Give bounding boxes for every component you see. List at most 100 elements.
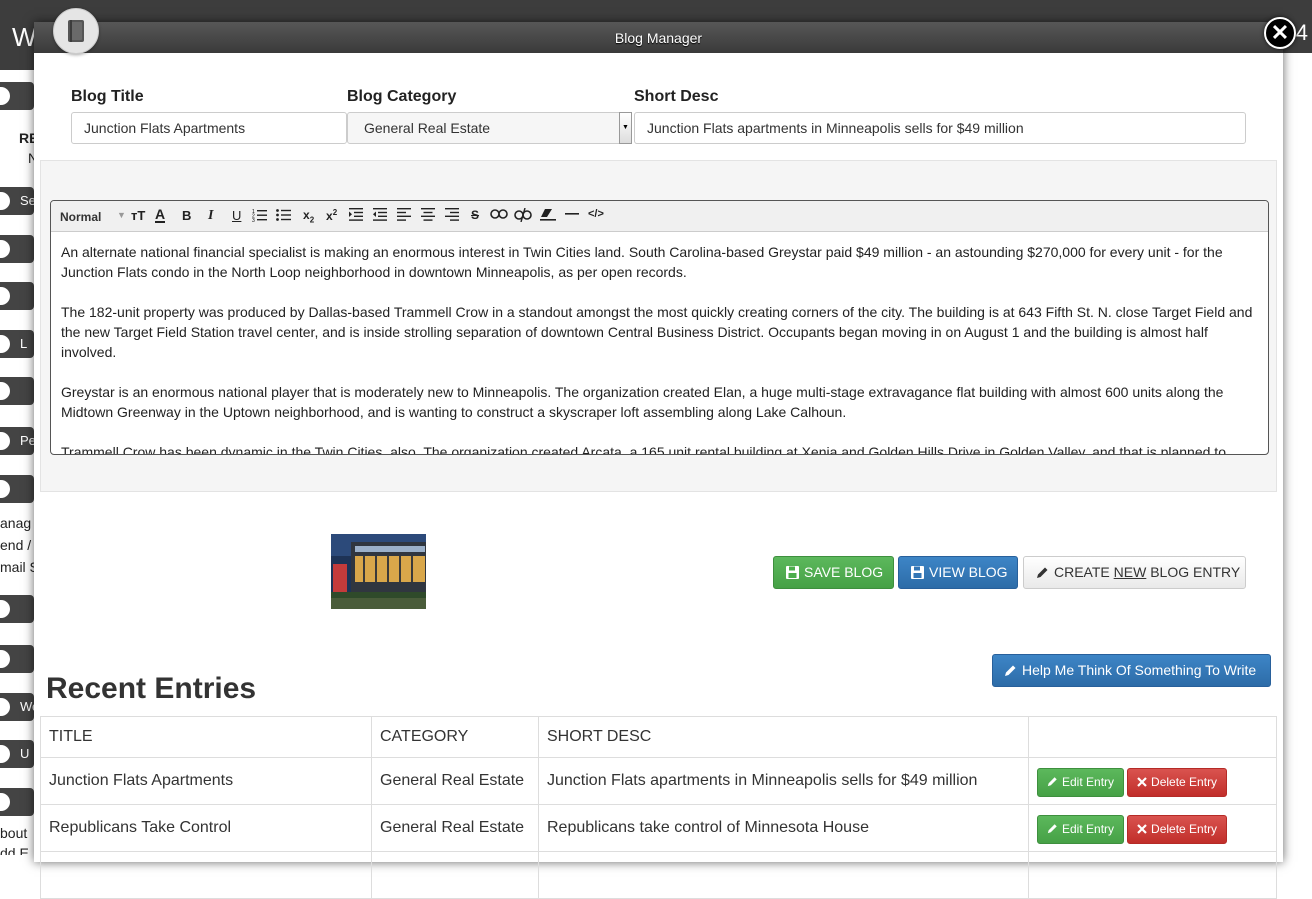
background-text: dd E	[0, 845, 29, 855]
delete-entry-button[interactable]: Delete Entry	[1127, 767, 1228, 797]
background-nav-bar[interactable]	[0, 235, 34, 263]
create-label-post: BLOG ENTRY	[1146, 564, 1241, 580]
entry-category: General Real Estate	[371, 804, 539, 852]
align-left-icon[interactable]	[397, 208, 411, 224]
column-header-actions	[1028, 716, 1277, 758]
short-desc-label: Short Desc	[634, 88, 719, 105]
blog-thumbnail-image	[331, 534, 426, 609]
italic-icon[interactable]: I	[208, 208, 213, 224]
floppy-disk-icon	[911, 566, 924, 579]
edit-entry-button[interactable]: Edit Entry	[1037, 767, 1125, 797]
code-view-icon[interactable]: </>	[588, 208, 604, 224]
create-label-new: NEW	[1113, 564, 1147, 580]
edit-entry-label: Edit Entry	[1062, 821, 1115, 836]
modal-title: Blog Manager	[614, 30, 703, 46]
background-nav-bar[interactable]	[0, 475, 34, 503]
background-nav-bar[interactable]	[0, 595, 34, 623]
view-blog-button[interactable]: VIEW BLOG	[898, 556, 1018, 589]
format-caret-icon[interactable]: ▼	[117, 210, 126, 220]
unlink-icon[interactable]	[514, 207, 532, 224]
entry-short-desc: Junction Flats apartments in Minneapolis…	[538, 757, 1029, 805]
background-right-strip	[1283, 53, 1312, 855]
entry-actions: Edit Entry Delete Entry	[1028, 757, 1277, 805]
table-header-row: TITLE CATEGORY SHORT DESC	[40, 716, 1277, 758]
short-desc-input[interactable]: Junction Flats apartments in Minneapolis…	[634, 112, 1246, 144]
clear-format-icon[interactable]	[540, 208, 556, 224]
underline-icon[interactable]: U	[232, 208, 241, 224]
save-blog-button[interactable]: SAVE BLOG	[773, 556, 894, 589]
edit-entry-button[interactable]: Edit Entry	[1037, 814, 1125, 844]
background-nav-bar[interactable]: We	[0, 693, 34, 721]
blog-category-select[interactable]: General Real Estate ▼	[347, 112, 632, 144]
recent-entries-heading: Recent Entries	[46, 672, 257, 705]
outdent-icon[interactable]	[373, 208, 387, 224]
background-bar-text: Pe	[20, 433, 34, 448]
background-bar-text: L	[20, 336, 28, 351]
indent-icon[interactable]	[349, 208, 363, 224]
table-row: Junction Flats Apartments General Real E…	[40, 757, 1277, 805]
background-nav-bar[interactable]	[0, 82, 34, 110]
background-nav-bar[interactable]: Se	[0, 187, 34, 215]
svg-text:3: 3	[252, 218, 255, 222]
link-icon[interactable]	[490, 208, 508, 224]
edit-entry-label: Edit Entry	[1062, 774, 1115, 789]
ordered-list-icon[interactable]: 123	[252, 208, 267, 224]
format-select[interactable]: Normal	[60, 210, 101, 224]
background-nav-bar[interactable]: L	[0, 330, 34, 358]
help-me-write-button[interactable]: Help Me Think Of Something To Write	[992, 654, 1271, 687]
column-header-short-desc: SHORT DESC	[538, 716, 1029, 758]
pencil-icon	[1047, 776, 1057, 786]
delete-entry-label: Delete Entry	[1151, 821, 1218, 836]
create-new-blog-entry-button[interactable]: CREATE NEW BLOG ENTRY	[1023, 556, 1246, 589]
chevron-down-icon[interactable]: ▼	[619, 112, 632, 144]
editor-paragraph: Trammell Crow has been dynamic in the Tw…	[61, 444, 1226, 455]
delete-entry-button[interactable]: Delete Entry	[1127, 814, 1228, 844]
entry-category	[371, 851, 539, 899]
bullet-list-icon[interactable]	[276, 208, 291, 224]
editor-content[interactable]: An alternate national financial speciali…	[51, 232, 1268, 455]
background-text: bout	[0, 825, 28, 841]
blog-title-input[interactable]: Junction Flats Apartments	[71, 112, 347, 144]
background-text: anag	[0, 515, 32, 531]
text-size-icon[interactable]: тT	[131, 208, 145, 224]
background-bar-text: Se	[20, 193, 34, 208]
entry-short-desc	[538, 851, 1029, 899]
recent-entries-table: TITLE CATEGORY SHORT DESC Junction Flats…	[40, 716, 1277, 899]
close-icon[interactable]: ✕	[1264, 17, 1296, 49]
editor-well: Normal ▼ тT A B I U 123 x2 x2 S </> An a…	[40, 160, 1277, 492]
background-bar-text: U	[20, 746, 30, 761]
pencil-icon	[1005, 665, 1016, 676]
background-nav-bar[interactable]	[0, 282, 34, 310]
background-nav-bar[interactable]	[0, 645, 34, 673]
entry-actions	[1028, 851, 1277, 899]
background-text: RE	[19, 130, 34, 146]
align-center-icon[interactable]	[421, 208, 435, 224]
background-nav-bar[interactable]: U	[0, 740, 34, 768]
subscript-icon[interactable]: x2	[303, 208, 314, 224]
save-blog-label: SAVE BLOG	[804, 564, 884, 580]
entry-actions: Edit Entry Delete Entry	[1028, 804, 1277, 852]
entry-title	[40, 851, 372, 899]
horizontal-rule-icon[interactable]	[565, 208, 579, 224]
delete-entry-label: Delete Entry	[1151, 774, 1218, 789]
blog-category-label: Blog Category	[347, 88, 457, 105]
align-right-icon[interactable]	[445, 208, 459, 224]
font-color-icon[interactable]: A	[155, 207, 166, 223]
entry-title: Republicans Take Control	[40, 804, 372, 852]
superscript-icon[interactable]: x2	[326, 208, 337, 224]
background-nav-bar[interactable]	[0, 377, 34, 405]
editor-paragraph: Greystar is an enormous national player …	[61, 384, 1224, 420]
background-text: mail S	[0, 559, 34, 575]
background-nav-bar[interactable]	[0, 788, 34, 816]
view-blog-label: VIEW BLOG	[929, 564, 1008, 580]
bold-icon[interactable]: B	[182, 208, 191, 224]
close-icon	[1137, 823, 1147, 834]
book-icon	[53, 8, 99, 54]
background-sidebar: RE N Se L Pe anag end / mail S We U bout…	[0, 70, 34, 855]
background-nav-bar[interactable]: Pe	[0, 427, 34, 455]
strikethrough-icon[interactable]: S	[471, 208, 479, 224]
column-header-title: TITLE	[40, 716, 372, 758]
background-brand: W	[12, 22, 37, 52]
rich-text-editor[interactable]: Normal ▼ тT A B I U 123 x2 x2 S </> An a…	[50, 200, 1269, 455]
column-header-category: CATEGORY	[371, 716, 539, 758]
